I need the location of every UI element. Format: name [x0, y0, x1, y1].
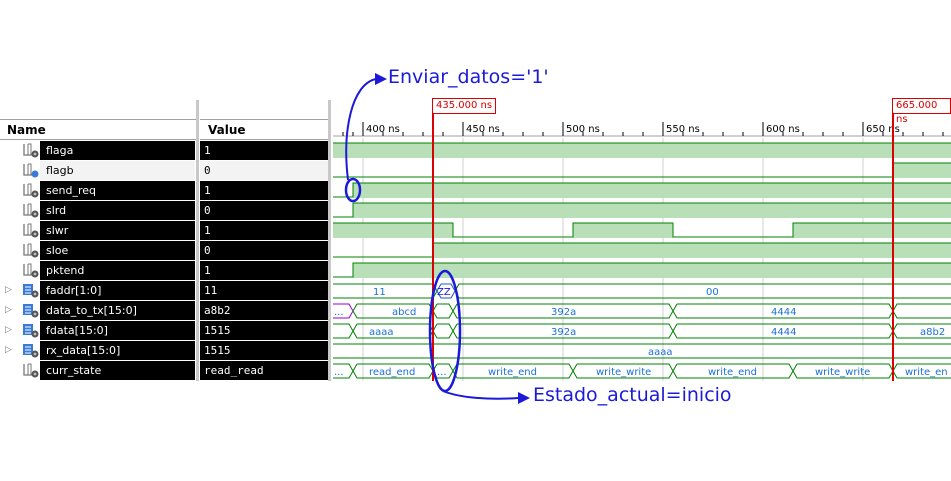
waveform-data-to-tx: [333, 303, 951, 319]
time-tick-label: 400 ns: [366, 124, 400, 135]
bus-label-curr-state: ...: [437, 367, 447, 378]
grid-lines: [362, 138, 864, 381]
bus-label-curr-state: write_write: [596, 367, 651, 378]
waveform-flagb: [333, 162, 951, 178]
time-tick-label: 650 ns: [866, 124, 900, 135]
arrowhead-icon: [518, 392, 530, 404]
annotation-bottom: Estado_actual=inicio: [533, 384, 732, 406]
bus-label-curr-state: write_en: [905, 367, 948, 378]
waveform-fdata: [333, 323, 951, 339]
annotation-top: Enviar_datos='1': [388, 66, 549, 88]
time-tick-label: 550 ns: [666, 124, 700, 135]
bus-label-fdata: a8b2: [920, 327, 945, 338]
arrowhead-icon: [375, 73, 387, 85]
cursor-time-label[interactable]: 665.000 ns: [892, 98, 951, 125]
bus-label-fdata: aaaa: [369, 327, 394, 338]
waveform-slrd: [333, 202, 951, 218]
waveform-send-req: [333, 182, 951, 198]
time-tick-label: 600 ns: [766, 124, 800, 135]
bus-label-curr-state: write_end: [708, 367, 757, 378]
bus-label-faddr: 00: [706, 287, 719, 298]
bus-label-faddr: 11: [373, 287, 386, 298]
time-tick-label: 500 ns: [566, 124, 600, 135]
bus-label-data-to-tx: 4444: [771, 307, 796, 318]
waveform-faddr: [333, 283, 951, 299]
waveform-pktend: [333, 262, 951, 278]
time-tick-label: 450 ns: [466, 124, 500, 135]
waveform-flaga: [333, 142, 951, 158]
bus-label-rx-data: aaaa: [648, 347, 673, 358]
bus-label-data-to-tx: abcd: [392, 307, 416, 318]
bus-label-faddr: ZZ: [437, 287, 451, 298]
bus-label-curr-state: write_write: [815, 367, 870, 378]
bus-label-curr-state: ...: [334, 367, 344, 378]
bus-label-curr-state: write_end: [488, 367, 537, 378]
waveform-slwr: [333, 222, 951, 238]
waveform-rx-data: [333, 343, 951, 359]
bus-label-curr-state: read_end: [369, 367, 415, 378]
time-axis: 400 ns 450 ns 500 ns 550 ns 600 ns 650 n…: [333, 122, 951, 137]
bus-label-fdata: 4444: [771, 327, 796, 338]
bus-label-data-to-tx: ...: [334, 307, 344, 318]
bus-label-data-to-tx: 392a: [551, 307, 576, 318]
bus-label-fdata: 392a: [551, 327, 576, 338]
waveform-sloe: [333, 242, 951, 258]
annotation-arrow: [442, 390, 519, 400]
cursor-time-label[interactable]: 435.000 ns: [432, 98, 497, 114]
